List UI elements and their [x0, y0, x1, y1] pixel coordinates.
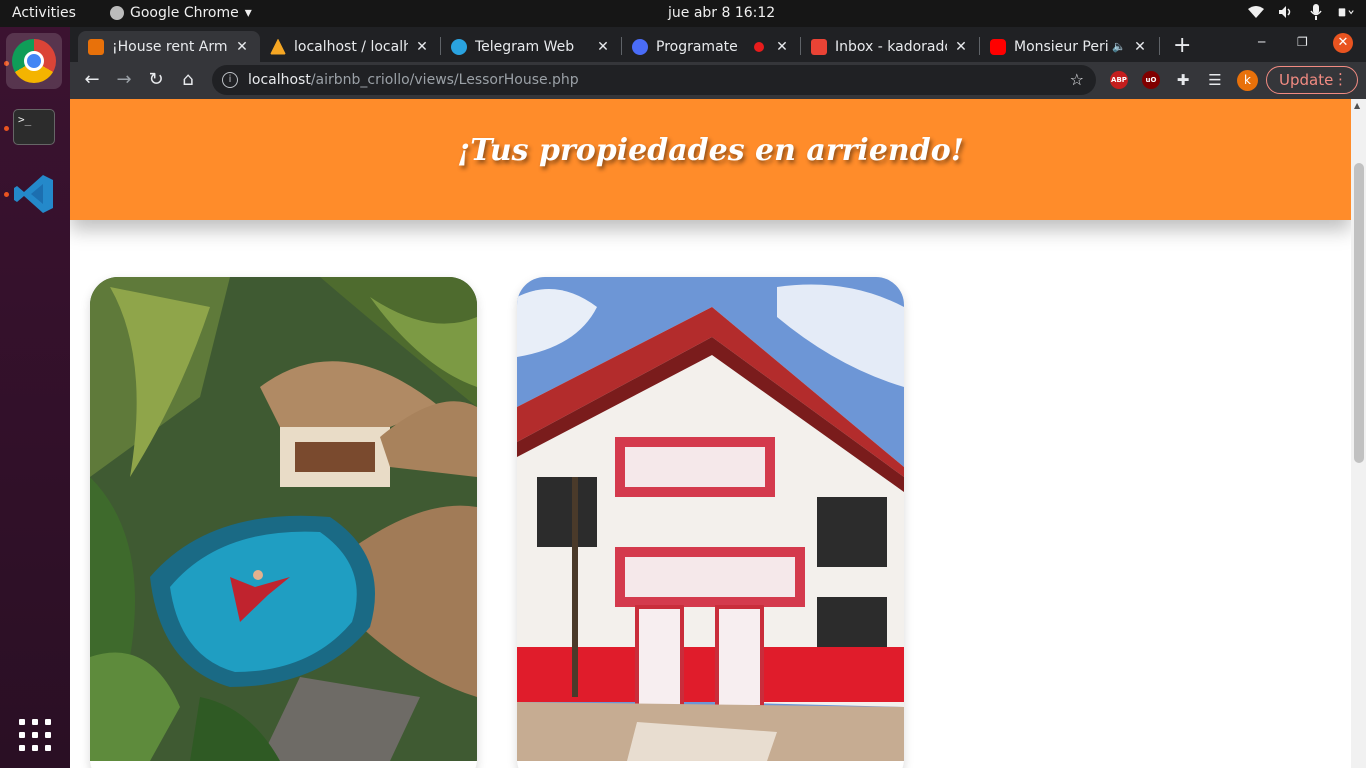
tab-title: Programate	[656, 38, 738, 55]
media-controls-icon[interactable]: ☰	[1203, 68, 1227, 92]
dock-chrome[interactable]	[6, 33, 62, 89]
youtube-favicon-icon	[990, 38, 1006, 55]
activities-button[interactable]: Activities	[12, 5, 76, 21]
forward-button[interactable]: →	[112, 68, 136, 92]
tab-house-rent[interactable]: ¡House rent Arme ✕	[78, 31, 260, 62]
back-button[interactable]: ←	[80, 68, 104, 92]
restore-button[interactable]: ❐	[1297, 35, 1308, 49]
update-button[interactable]: Update ⋮	[1266, 66, 1358, 94]
browser-toolbar: ← → ↻ ⌂ i localhost/airbnb_criollo/views…	[70, 62, 1366, 99]
app-menu-label: Google Chrome	[130, 5, 239, 21]
chrome-icon	[12, 39, 56, 83]
gmail-favicon-icon	[811, 38, 827, 55]
scrollbar-thumb[interactable]	[1354, 163, 1364, 463]
close-tab-icon[interactable]: ✕	[234, 39, 250, 55]
minimize-button[interactable]: ─	[1258, 35, 1265, 49]
tab-gmail[interactable]: Inbox - kadorado ✕	[801, 31, 979, 62]
terminal-icon: >_	[13, 109, 55, 145]
reload-button[interactable]: ↻	[144, 68, 168, 92]
system-tray[interactable]	[1248, 4, 1354, 20]
property-photo-pool	[90, 277, 477, 761]
vscode-icon	[14, 175, 53, 213]
system-top-bar: Activities Google Chrome ▾ jue abr 8 16:…	[0, 0, 1366, 27]
page-title: ¡Tus propiedades en arriendo!	[457, 133, 964, 168]
zoom-favicon-icon	[632, 38, 648, 55]
microphone-icon[interactable]	[1308, 4, 1324, 20]
new-tab-button[interactable]: +	[1173, 33, 1191, 58]
property-card[interactable]	[90, 277, 477, 768]
app-menu[interactable]: Google Chrome ▾	[110, 5, 252, 21]
profile-avatar[interactable]: k	[1237, 70, 1258, 91]
clock[interactable]: jue abr 8 16:12	[668, 5, 775, 21]
caret-down-icon: ▾	[244, 5, 252, 21]
close-window-button[interactable]: ✕	[1333, 33, 1353, 53]
phpmyadmin-favicon-icon	[270, 38, 286, 55]
extensions-puzzle-icon[interactable]: ✚	[1171, 68, 1195, 92]
audio-playing-icon[interactable]: 🔈	[1112, 40, 1126, 53]
scroll-up-icon[interactable]: ▲	[1354, 101, 1360, 110]
dock-terminal[interactable]: >_	[6, 99, 62, 155]
telegram-favicon-icon	[451, 38, 467, 55]
property-photo-colonial	[517, 277, 904, 761]
more-menu-icon[interactable]: ⋮	[1333, 70, 1348, 88]
update-label: Update	[1279, 71, 1334, 89]
show-applications-icon[interactable]	[19, 719, 51, 751]
property-card[interactable]	[517, 277, 904, 768]
close-tab-icon[interactable]: ✕	[774, 39, 790, 55]
tab-title: Inbox - kadorado	[835, 38, 947, 55]
close-tab-icon[interactable]: ✕	[595, 39, 611, 55]
close-tab-icon[interactable]: ✕	[953, 39, 969, 55]
page-scrollbar[interactable]: ▲	[1351, 99, 1366, 768]
volume-icon[interactable]	[1278, 4, 1294, 20]
page-viewport: ¡Tus propiedades en arriendo! ▲	[70, 99, 1366, 768]
adblock-plus-icon[interactable]: ABP	[1110, 71, 1128, 89]
home-button[interactable]: ⌂	[176, 68, 200, 92]
dock-vscode[interactable]	[6, 166, 62, 222]
url-path: /airbnb_criollo/views/LessorHouse.php	[310, 72, 579, 88]
tab-title: Monsieur Peri	[1014, 38, 1109, 55]
ublock-origin-icon[interactable]: uO	[1142, 71, 1160, 89]
tab-youtube[interactable]: Monsieur Peri 🔈 ✕	[980, 31, 1158, 62]
page-banner: ¡Tus propiedades en arriendo!	[70, 99, 1351, 220]
tab-title: localhost / localh	[294, 38, 408, 55]
power-menu-icon[interactable]	[1338, 4, 1354, 20]
ubuntu-dock: >_	[0, 27, 70, 768]
close-tab-icon[interactable]: ✕	[414, 39, 430, 55]
tab-title: Telegram Web	[475, 38, 575, 55]
bookmark-star-icon[interactable]: ☆	[1070, 70, 1084, 89]
address-bar[interactable]: i localhost/airbnb_criollo/views/LessorH…	[212, 65, 1096, 95]
tab-telegram[interactable]: Telegram Web ✕	[441, 31, 621, 62]
chrome-mini-icon	[110, 6, 124, 20]
tab-title: ¡House rent Arme	[112, 38, 228, 55]
tab-strip: ¡House rent Arme ✕ localhost / localh ✕ …	[70, 27, 1366, 62]
url-host: localhost	[248, 72, 311, 88]
house-rent-favicon-icon	[88, 38, 104, 55]
close-tab-icon[interactable]: ✕	[1132, 39, 1148, 55]
tab-phpmyadmin[interactable]: localhost / localh ✕	[260, 31, 440, 62]
tab-programate[interactable]: Programate ✕	[622, 31, 800, 62]
site-info-icon[interactable]: i	[222, 72, 238, 88]
recording-icon	[754, 41, 764, 52]
wifi-icon[interactable]	[1248, 4, 1264, 20]
